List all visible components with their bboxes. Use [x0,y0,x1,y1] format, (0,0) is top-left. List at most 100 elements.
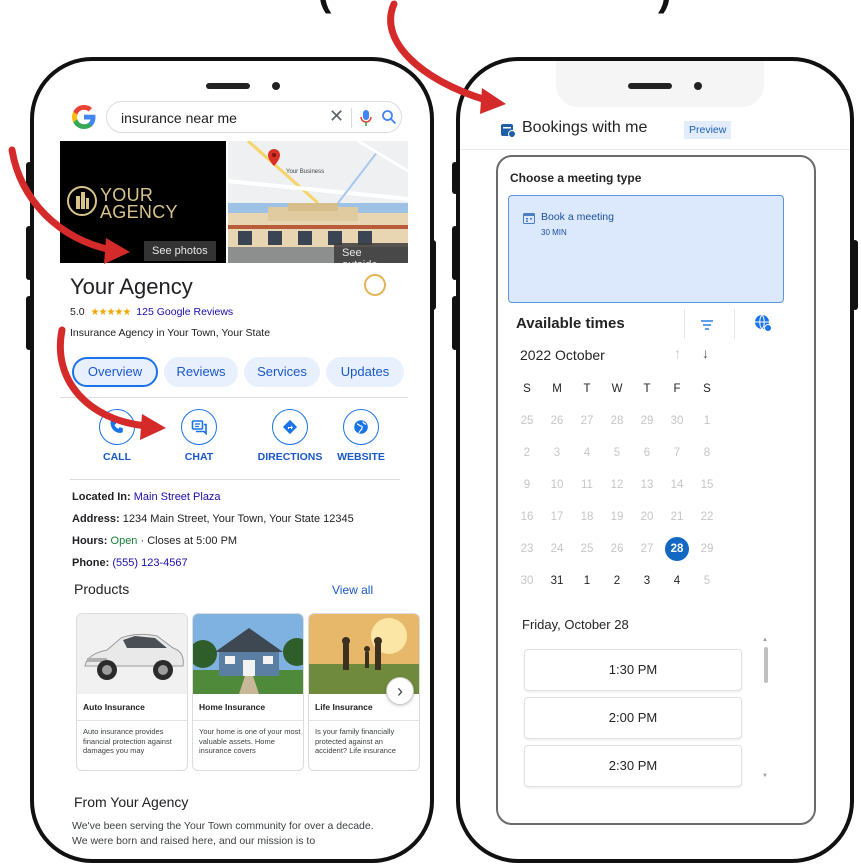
see-photos-button[interactable]: See photos [144,241,216,261]
agency-logo-text: YOUR AGENCY [100,185,178,222]
search-bar: insurance near me ✕ [70,101,402,135]
calendar-day: 17 [550,511,564,523]
from-business-text: We've been serving the Your Town communi… [72,820,374,847]
calendar-day[interactable]: 1 [572,565,602,597]
product-title: Auto Insurance [83,702,145,712]
website-button[interactable]: WEBSITE [326,409,396,463]
tab-reviews[interactable]: Reviews [164,357,238,387]
directions-icon [272,409,308,445]
tab-services[interactable]: Services [244,357,320,387]
calendar-weeks: 25 26 27 28 29 30 1 2 3 4 5 6 7 8 9 10 11 12 13 14 15 16 17 18 1… [512,405,722,597]
street-photo[interactable]: See outside [228,203,408,263]
bookings-header: Bookings with me Preview [500,119,820,143]
calendar-day: 25 [580,543,594,555]
calendar-day: 29 [640,415,654,427]
phone-link[interactable]: (555) 123-4567 [112,557,187,569]
reviews-link[interactable]: 125 Google Reviews [136,306,233,318]
calendar-day[interactable]: 2 [602,565,632,597]
from-business-heading: From Your Agency [74,794,189,810]
scrollbar-thumb[interactable] [764,647,768,683]
call-button[interactable]: CALL [82,409,152,463]
weekday-label: F [673,383,681,395]
calendar-day: 5 [703,575,711,587]
globe-icon [343,409,379,445]
booking-panel: Choose a meeting type Book a meeting 30 … [496,155,816,825]
calendar-day: 13 [640,479,654,491]
calendar-day: 21 [670,511,684,523]
calendar-day: 2 [523,447,531,459]
time-slot-button[interactable]: 2:00 PM [524,697,742,739]
filter-icon[interactable] [700,319,714,331]
weekday-label: T [643,383,651,395]
calendar-day: 15 [700,479,714,491]
microphone-icon[interactable] [359,109,373,127]
products-heading: Products [74,581,130,597]
rating-value: 5.0 [70,306,85,318]
bookings-icon [501,124,516,138]
clear-icon[interactable]: ✕ [329,106,344,127]
preview-badge: Preview [684,121,732,139]
notch [556,61,764,107]
calendar-day: 8 [703,447,711,459]
front-camera [272,82,280,90]
map-marker-label: Your Business [286,169,325,175]
time-slot-button[interactable]: 2:30 PM [524,745,742,787]
time-slot-button[interactable]: 1:30 PM [524,649,742,691]
tab-updates[interactable]: Updates [326,357,404,387]
calendar-week-row: 25 26 27 28 29 30 1 [512,405,722,437]
chevron-right-icon[interactable]: › [386,677,414,705]
weekday-row: S M T W T F S [512,373,722,405]
divider [460,149,850,150]
timezone-globe-icon[interactable] [754,314,772,332]
directions-button[interactable]: DIRECTIONS [240,409,340,463]
calendar-day: 24 [550,543,564,555]
calendar-day[interactable]: 4 [662,565,692,597]
house-image [193,614,303,694]
meeting-type-card[interactable]: Book a meeting 30 MIN [508,195,784,303]
see-outside-button[interactable]: See outside [334,243,408,263]
previous-month-arrow-icon[interactable]: ↑ [674,345,681,361]
bookings-phone: Bookings with me Preview Choose a meetin… [456,57,854,863]
calendar-day[interactable]: 3 [632,565,662,597]
scroll-down-icon[interactable]: ▼ [762,773,768,779]
directions-label: DIRECTIONS [257,451,323,463]
calendar-day: 19 [610,511,624,523]
calendar-day: 5 [613,447,621,459]
product-description: Auto insurance provides financial protec… [83,727,172,755]
map-thumbnail[interactable]: Your Business [228,141,408,203]
speaker-grille [628,83,672,89]
selected-date[interactable]: 28 [662,533,692,565]
calendar-day: 9 [523,479,531,491]
phone-row: Phone: (555) 123-4567 [72,557,188,569]
weekday-label: W [611,383,623,395]
agency-logo-icon [67,186,97,216]
heading-fragment-right: ) [658,0,671,15]
meeting-name: Book a meeting [541,211,614,223]
calendar-day: 4 [583,447,591,459]
product-description: Is your family financially protected aga… [315,727,396,755]
meeting-type-label: Choose a meeting type [510,171,642,185]
call-label: CALL [103,451,131,463]
located-in-link[interactable]: Main Street Plaza [134,491,221,503]
view-all-link[interactable]: View all [332,583,373,597]
scroll-up-icon[interactable]: ▲ [762,637,768,643]
product-card-home[interactable]: Home Insurance Your home is one of your … [192,613,304,771]
google-logo-icon [72,105,96,129]
search-icon[interactable] [381,109,397,125]
calendar-day: 22 [700,511,714,523]
calendar-day[interactable]: 31 [542,565,572,597]
calendar-day: 30 [670,415,684,427]
tab-overview[interactable]: Overview [72,357,158,387]
calendar-day: 23 [520,543,534,555]
next-month-arrow-icon[interactable]: ↓ [702,345,709,361]
calendar-week-row: 2 3 4 5 6 7 8 [512,437,722,469]
search-input[interactable]: insurance near me ✕ [106,101,402,133]
chat-button[interactable]: CHAT [164,409,234,463]
calendar-grid: S M T W T F S 25 26 27 28 29 30 1 2 3 4 5 6 7 8 9 10 11 1… [512,373,722,597]
product-description: Your home is one of your most valuable a… [199,727,301,755]
calendar-day: 25 [520,415,534,427]
product-card-auto[interactable]: Auto Insurance Auto insurance provides f… [76,613,188,771]
agency-photo[interactable]: YOUR AGENCY See photos [60,141,226,263]
speaker-grille [206,83,250,89]
business-logo-icon [364,274,386,296]
